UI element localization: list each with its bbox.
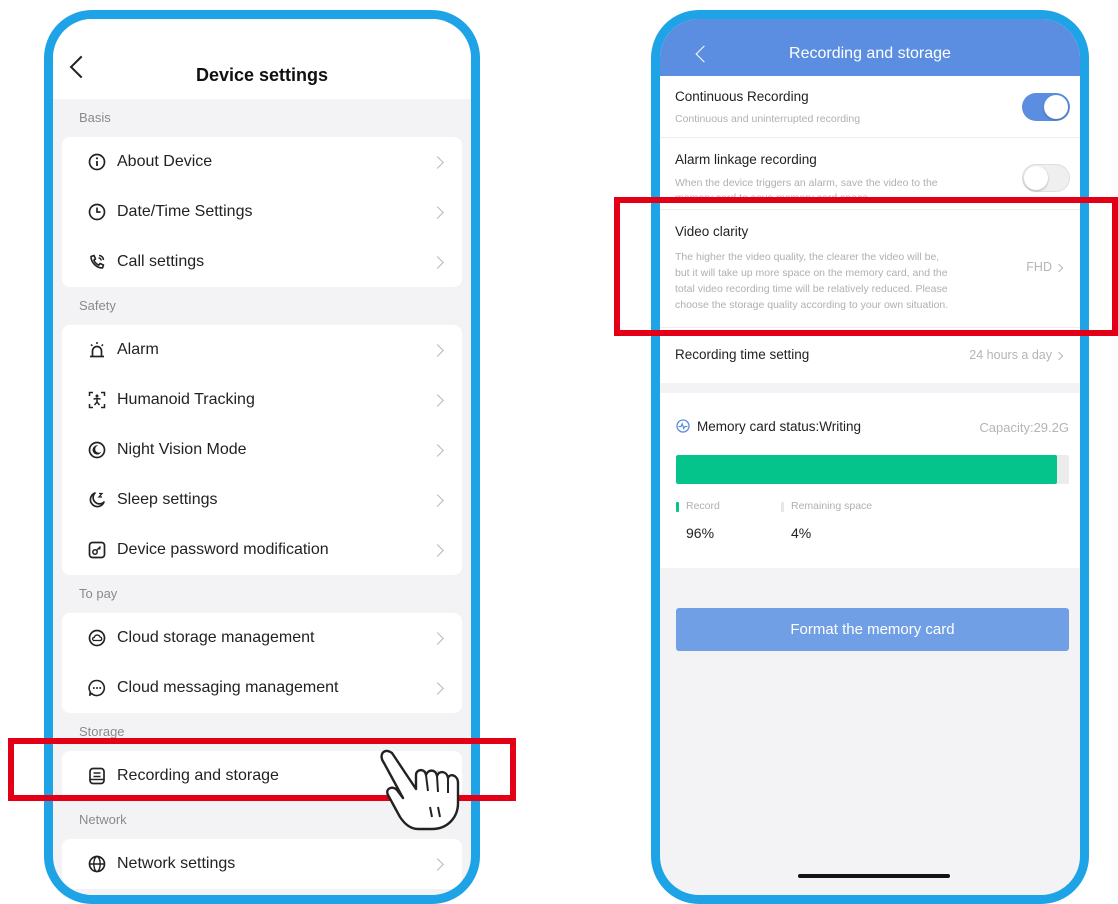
group-basis: About Device Date/Time Settings Call set… (62, 137, 462, 287)
cloud-icon (88, 629, 106, 647)
continuous-recording-row: Continuous Recording Continuous and unin… (660, 76, 1080, 138)
message-icon (88, 679, 106, 697)
chevron-right-icon (431, 858, 444, 871)
chevron-right-icon (431, 206, 444, 219)
alarm-linkage-desc-line: When the device triggers an alarm, save … (675, 177, 938, 189)
menu-item-label: Device password modification (117, 541, 329, 558)
group-network: Network settings (62, 839, 462, 889)
continuous-recording-desc: Continuous and uninterrupted recording (675, 113, 861, 125)
activity-pulse-icon (676, 419, 690, 433)
chevron-right-icon (431, 494, 444, 507)
continuous-recording-title: Continuous Recording (675, 89, 809, 104)
record-legend-marker (676, 502, 679, 512)
recording-time-title: Recording time setting (675, 347, 810, 362)
page-title: Device settings (195, 65, 329, 85)
menu-item-date-time[interactable]: Date/Time Settings (62, 187, 462, 237)
menu-item-label: Recording and storage (117, 767, 279, 784)
menu-item-label: About Device (117, 153, 213, 170)
chevron-right-icon (431, 156, 444, 169)
menu-item-label: Alarm (117, 341, 159, 358)
page-title: Recording and storage (789, 45, 951, 62)
video-clarity-desc-line: choose the storage quality according to … (675, 299, 949, 311)
video-clarity-desc-line: total video recording time will be relat… (675, 283, 948, 295)
clock-icon (88, 203, 106, 221)
menu-item-about-device[interactable]: About Device (62, 137, 462, 187)
video-clarity-row[interactable]: Video clarity The higher the video quali… (660, 210, 1080, 328)
chevron-right-icon (431, 394, 444, 407)
chevron-right-icon (431, 444, 444, 457)
menu-item-label: Call settings (117, 253, 205, 270)
menu-item-label: Sleep settings (117, 491, 218, 508)
menu-item-alarm[interactable]: Alarm (62, 325, 462, 375)
memory-card-status-panel: Memory card status:Writing Capacity:29.2… (660, 393, 1080, 568)
memory-card-capacity: Capacity:29.2G (979, 420, 1069, 435)
alarm-linkage-row: Alarm linkage recording When the device … (660, 138, 1080, 210)
section-label-to-pay: To pay (79, 586, 118, 601)
alarm-icon (90, 342, 104, 358)
header: Device settings (53, 19, 471, 99)
menu-item-network-settings[interactable]: Network settings (62, 839, 462, 889)
menu-item-label: Cloud messaging management (117, 679, 339, 696)
chevron-right-icon (1054, 263, 1064, 273)
storage-icon (89, 767, 105, 785)
section-label-basis: Basis (79, 110, 111, 125)
menu-item-label: Network settings (117, 855, 236, 872)
info-icon (88, 153, 106, 171)
memory-usage-bar (676, 455, 1069, 484)
chevron-right-icon (431, 256, 444, 269)
alarm-linkage-title: Alarm linkage recording (675, 152, 817, 167)
menu-item-call-settings[interactable]: Call settings (62, 237, 462, 287)
chevron-right-icon (431, 544, 444, 557)
group-to-pay: Cloud storage management Cloud messaging… (62, 613, 462, 713)
sleep-icon (89, 492, 105, 508)
menu-item-label: Night Vision Mode (117, 441, 247, 458)
memory-usage-fill (676, 455, 1058, 484)
video-clarity-desc-line: The higher the video quality, the cleare… (675, 251, 940, 263)
record-legend-label: Record (686, 500, 720, 512)
night-vision-icon (88, 441, 106, 459)
recording-storage-screen: Recording and storage Continuous Recordi… (651, 10, 1089, 904)
menu-item-cloud-storage[interactable]: Cloud storage management (62, 613, 462, 663)
video-clarity-desc-line: but it will take up more space on the me… (675, 267, 948, 279)
remaining-legend-label: Remaining space (791, 500, 873, 512)
menu-item-device-password[interactable]: Device password modification (62, 525, 462, 575)
humanoid-icon (88, 391, 106, 409)
remaining-percentage: 4% (791, 525, 812, 541)
recording-time-value: 24 hours a day (969, 348, 1052, 362)
section-label-safety: Safety (79, 298, 116, 313)
chevron-right-icon (431, 682, 444, 695)
tap-hand-icon (380, 749, 460, 831)
menu-item-label: Humanoid Tracking (117, 391, 255, 408)
recording-time-row[interactable]: Recording time setting 24 hours a day (660, 328, 1080, 383)
password-icon (88, 541, 106, 559)
alarm-linkage-toggle[interactable] (1022, 164, 1070, 192)
toggle-knob (1024, 166, 1048, 190)
recording-options-card: Continuous Recording Continuous and unin… (660, 76, 1080, 383)
menu-item-label: Cloud storage management (117, 629, 315, 646)
record-percentage: 96% (686, 525, 715, 541)
menu-item-cloud-messaging[interactable]: Cloud messaging management (62, 663, 462, 713)
video-clarity-title: Video clarity (675, 224, 749, 239)
chevron-right-icon (431, 632, 444, 645)
menu-item-label: Date/Time Settings (117, 203, 253, 220)
phone-call-icon (90, 254, 105, 269)
toggle-knob (1044, 95, 1068, 119)
globe-icon (88, 855, 106, 873)
menu-item-sleep-settings[interactable]: Sleep settings (62, 475, 462, 525)
remaining-legend-marker (781, 502, 784, 512)
menu-item-humanoid-tracking[interactable]: Humanoid Tracking (62, 375, 462, 425)
header: Recording and storage (660, 19, 1080, 76)
continuous-recording-toggle[interactable] (1022, 93, 1070, 121)
memory-card-status: Memory card status:Writing (697, 419, 862, 434)
menu-item-night-vision[interactable]: Night Vision Mode (62, 425, 462, 475)
home-indicator (798, 874, 950, 878)
format-memory-card-button[interactable]: Format the memory card (676, 608, 1069, 651)
video-clarity-value: FHD (1026, 260, 1052, 274)
chevron-right-icon (1054, 351, 1064, 361)
group-safety: Alarm Humanoid Tracking Night Vision Mod… (62, 325, 462, 575)
chevron-right-icon (431, 344, 444, 357)
alarm-linkage-desc-line: memory card to save memory card space (675, 192, 869, 204)
